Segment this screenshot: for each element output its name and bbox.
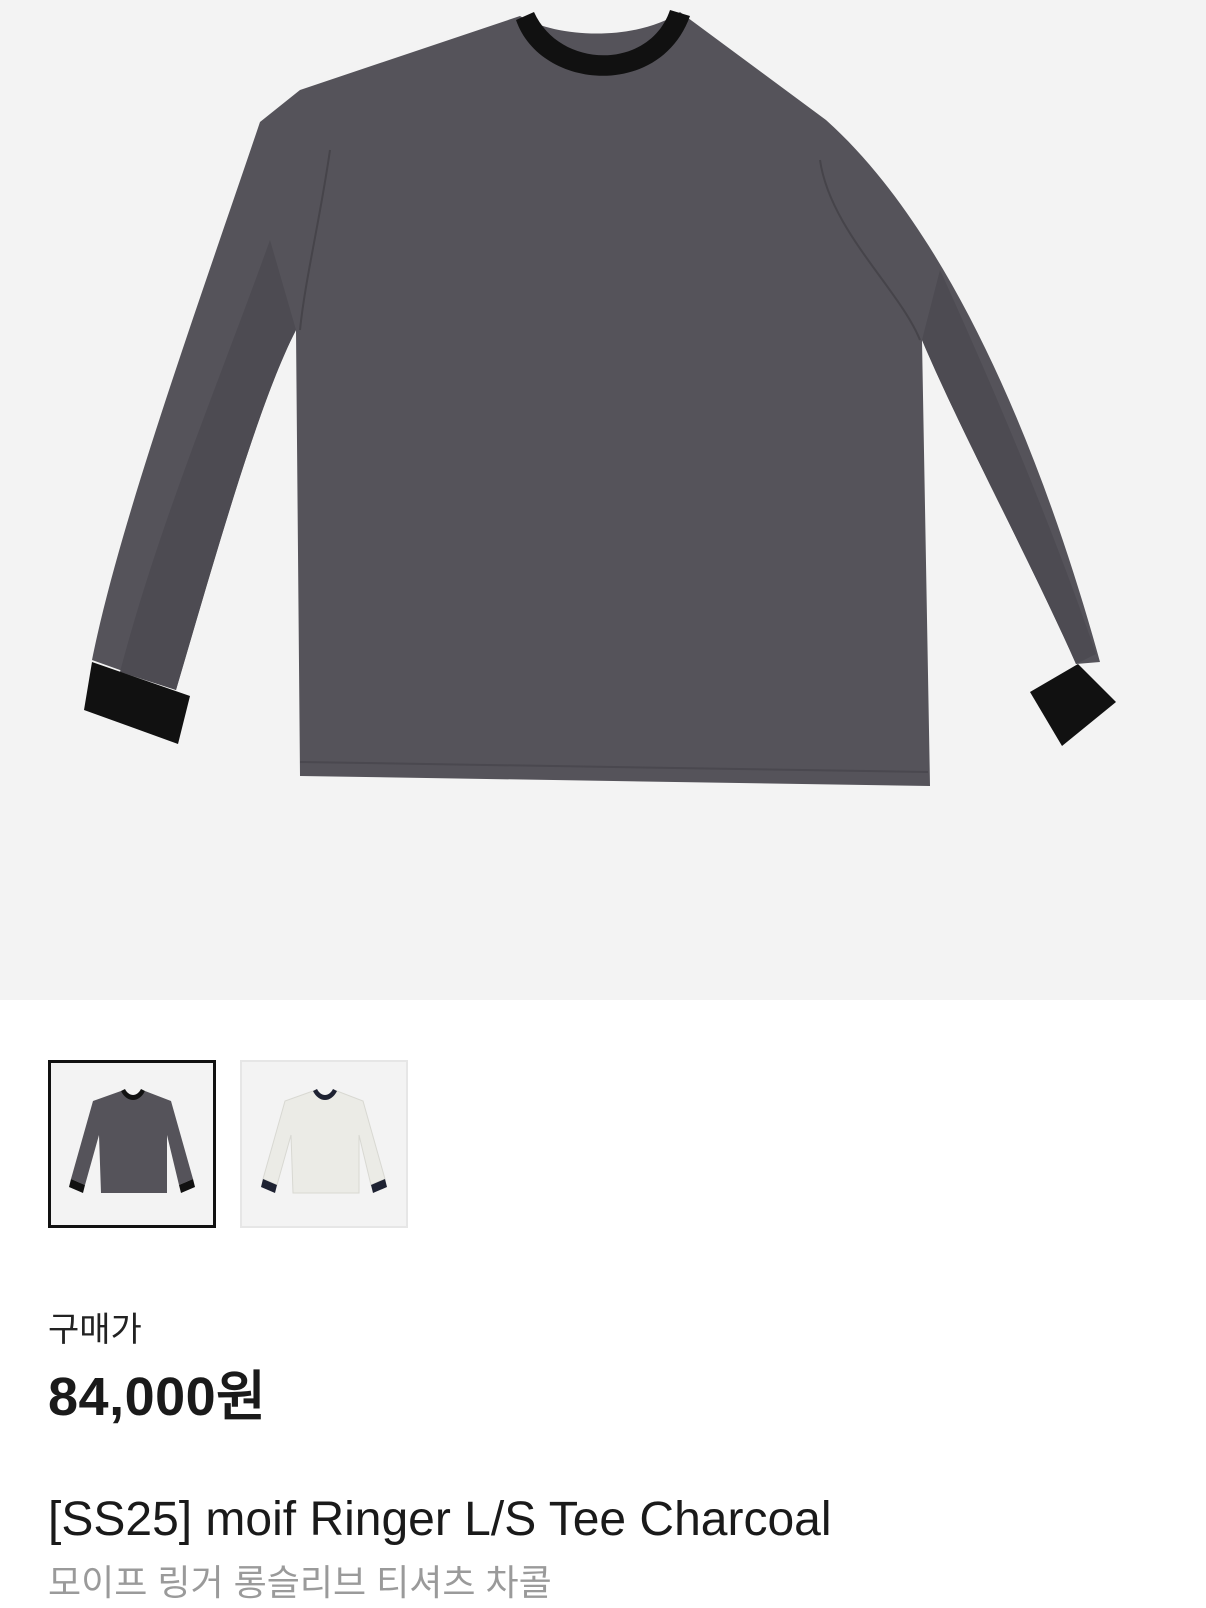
product-main-image[interactable] (0, 0, 1206, 1000)
shirt-thumbnail-icon (69, 1089, 195, 1193)
thumbnail-list (48, 1060, 408, 1228)
price-value: 84,000원 (48, 1367, 267, 1427)
thumbnail-ivory[interactable] (240, 1060, 408, 1228)
shirt-thumbnail-icon (261, 1089, 387, 1194)
thumbnail-charcoal[interactable] (48, 1060, 216, 1228)
product-subtitle: 모이프 링거 롱슬리브 티셔츠 차콜 (48, 1562, 552, 1603)
product-title: [SS25] moif Ringer L/S Tee Charcoal (48, 1493, 832, 1546)
shirt-image (84, 10, 1116, 786)
price-label: 구매가 (48, 1311, 142, 1349)
